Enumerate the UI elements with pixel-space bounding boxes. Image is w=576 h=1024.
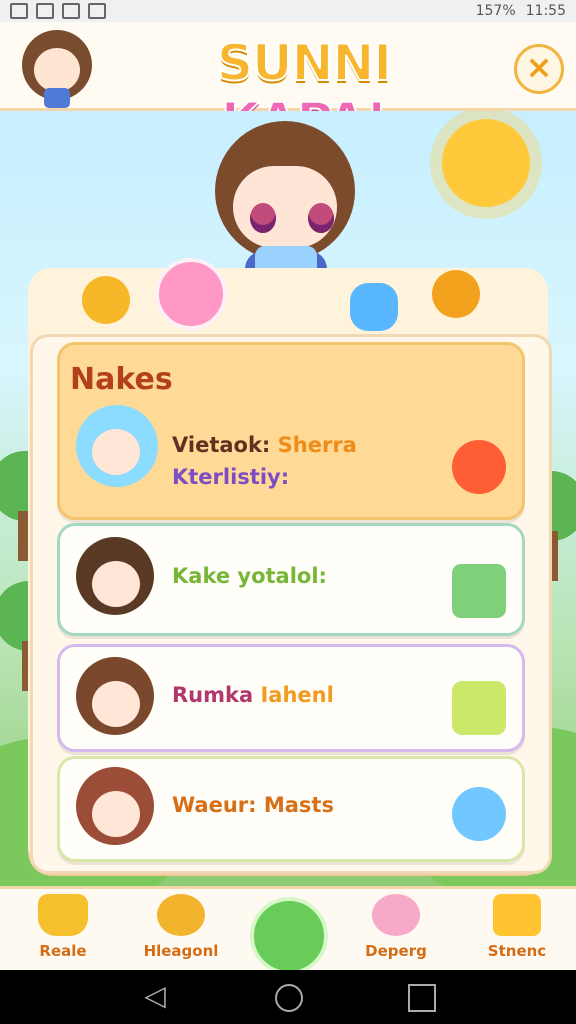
nav-stnenc[interactable]: Stnenc (474, 894, 560, 970)
crown-icon (38, 894, 88, 936)
sun-icon (442, 119, 530, 207)
right-eye (308, 203, 334, 233)
system-status: 157% 11:55 (476, 3, 566, 19)
nav-hleagonl[interactable]: Hleagonl (138, 894, 224, 970)
pink-character-icon[interactable] (155, 258, 227, 330)
nav-label: Hleagonl (143, 942, 219, 960)
system-navigation-bar: ◁ (0, 970, 576, 1024)
box-character-icon (493, 894, 541, 936)
bear-icon (157, 894, 205, 936)
center-home-button[interactable] (250, 897, 328, 975)
nav-label: Stnenc (487, 942, 547, 960)
character-card[interactable]: Rumka Iahenl (57, 644, 525, 752)
character-last-name: Iahenl (260, 683, 334, 707)
star-fruit-icon[interactable] (82, 276, 130, 324)
featured-label: Vietaok: (172, 433, 271, 457)
document-icon (62, 3, 80, 19)
battery-level: 157% (475, 3, 516, 19)
nav-reale[interactable]: Reale (20, 894, 106, 970)
paint-bucket-icon (452, 681, 506, 735)
featured-name: Sherra (277, 433, 357, 457)
red-hair-portrait (76, 767, 154, 845)
featured-line-1: Vietaok: Sherra (172, 433, 357, 457)
character-name: Waeur: Masts (172, 793, 334, 817)
brown-hair-portrait (76, 537, 154, 615)
avatar[interactable] (22, 30, 92, 108)
character-name: Rumka Iahenl (172, 683, 334, 707)
sofa-icon (452, 564, 506, 618)
settings-icon (36, 3, 54, 19)
gallery-icon (10, 3, 28, 19)
featured-line-2: Kterlistiy: (172, 465, 290, 489)
app-header: SUNNI KAPA! × (0, 22, 576, 151)
pink-bear-icon (372, 894, 420, 936)
clock: 11:55 (525, 3, 566, 19)
game-icon (88, 3, 106, 19)
home-icon[interactable] (275, 984, 303, 1012)
character-card[interactable]: Kake yotalol: (57, 523, 525, 636)
notification-icons (10, 3, 106, 19)
left-eye (250, 203, 276, 233)
blue-creature-icon[interactable] (350, 283, 398, 331)
bottom-navigation: Reale Hleagonl Deperg Stnenc (0, 886, 576, 975)
blue-slime-icon (452, 787, 506, 841)
orange-smile-icon[interactable] (432, 270, 480, 318)
character-first-name: Rumka (172, 683, 254, 707)
nav-label: Reale (39, 942, 87, 960)
character-name: Kake yotalol: (172, 564, 327, 588)
section-title: Nakes (70, 362, 173, 397)
close-button[interactable]: × (514, 44, 564, 94)
blue-hair-portrait (76, 405, 158, 487)
nav-label: Deperg (365, 942, 427, 960)
recent-apps-icon[interactable] (408, 984, 436, 1012)
character-card[interactable]: Waeur: Masts (57, 756, 525, 862)
status-bar: 157% 11:55 (0, 0, 576, 22)
back-icon[interactable]: ◁ (143, 982, 167, 1010)
long-hair-portrait (76, 657, 154, 735)
nav-deperg[interactable]: Deperg (353, 894, 439, 970)
orange-fruit-icon (452, 440, 506, 494)
title-part-1: SUNNI (216, 33, 393, 93)
